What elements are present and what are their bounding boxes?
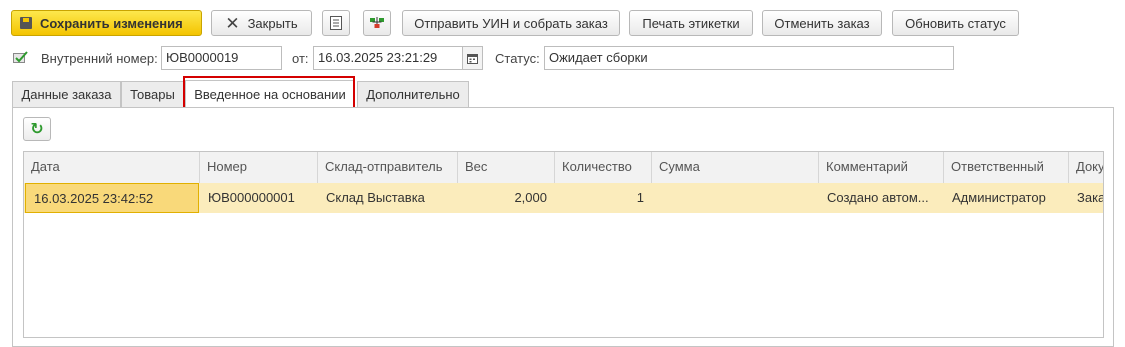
cell-date[interactable]: 16.03.2025 23:42:52 bbox=[25, 183, 199, 213]
calendar-button[interactable] bbox=[463, 46, 483, 70]
cell-number[interactable]: ЮВ000000001 bbox=[200, 183, 318, 213]
update-status-button[interactable]: Обновить статус bbox=[892, 10, 1019, 36]
save-icon bbox=[20, 17, 32, 29]
close-button[interactable]: ✕ Закрыть bbox=[211, 10, 312, 36]
calendar-icon bbox=[467, 53, 478, 64]
tab-highlight-frame bbox=[183, 76, 355, 111]
internal-number-label: Внутренний номер: bbox=[41, 51, 158, 66]
send-uin-button[interactable]: Отправить УИН и собрать заказ bbox=[402, 10, 620, 36]
table-row[interactable]: 16.03.2025 23:42:52 ЮВ000000001 Склад Вы… bbox=[24, 183, 1103, 213]
column-comment[interactable]: Комментарий bbox=[819, 152, 944, 183]
table-header: Дата Номер Склад-отправитель Вес Количес… bbox=[24, 152, 1103, 184]
structure-button[interactable] bbox=[363, 10, 391, 36]
cell-sum[interactable] bbox=[652, 183, 819, 213]
status-label: Статус: bbox=[495, 51, 540, 66]
print-label-label: Печать этикетки bbox=[642, 15, 740, 31]
posted-check-icon bbox=[13, 51, 28, 63]
cell-warehouse[interactable]: Склад Выставка bbox=[318, 183, 458, 213]
cell-comment[interactable]: Создано автом... bbox=[819, 183, 944, 213]
save-changes-button[interactable]: Сохранить изменения bbox=[11, 10, 202, 36]
column-weight[interactable]: Вес bbox=[458, 152, 555, 183]
column-date[interactable]: Дата bbox=[24, 152, 200, 183]
cell-document[interactable]: Зака bbox=[1069, 183, 1103, 213]
cell-responsible[interactable]: Администратор bbox=[944, 183, 1069, 213]
document-icon bbox=[330, 16, 342, 30]
column-sum[interactable]: Сумма bbox=[652, 152, 819, 183]
close-label: Закрыть bbox=[247, 15, 298, 31]
structure-icon bbox=[370, 17, 384, 28]
column-quantity[interactable]: Количество bbox=[555, 152, 652, 183]
based-on-documents-table[interactable]: Дата Номер Склад-отправитель Вес Количес… bbox=[23, 151, 1104, 338]
refresh-icon: ↻ bbox=[30, 121, 44, 138]
date-field[interactable]: 16.03.2025 23:21:29 bbox=[313, 46, 463, 70]
tab-goods-label: Товары bbox=[130, 87, 175, 102]
refresh-button[interactable]: ↻ bbox=[23, 117, 51, 141]
print-label-button[interactable]: Печать этикетки bbox=[629, 10, 753, 36]
update-status-label: Обновить статус bbox=[905, 15, 1006, 31]
send-uin-label: Отправить УИН и собрать заказ bbox=[414, 15, 608, 31]
date-label: от: bbox=[292, 51, 309, 66]
cell-quantity[interactable]: 1 bbox=[555, 183, 652, 213]
document-button[interactable] bbox=[322, 10, 350, 36]
cell-weight[interactable]: 2,000 bbox=[458, 183, 555, 213]
column-responsible[interactable]: Ответственный bbox=[944, 152, 1069, 183]
tab-goods[interactable]: Товары bbox=[121, 81, 184, 107]
close-icon: ✕ bbox=[225, 13, 240, 33]
cancel-order-label: Отменить заказ bbox=[774, 15, 870, 31]
column-warehouse[interactable]: Склад-отправитель bbox=[318, 152, 458, 183]
internal-number-field[interactable]: ЮВ0000019 bbox=[161, 46, 282, 70]
status-field[interactable]: Ожидает сборки bbox=[544, 46, 954, 70]
save-changes-label: Сохранить изменения bbox=[40, 15, 183, 31]
tab-order-data-label: Данные заказа bbox=[21, 87, 112, 102]
tab-order-data[interactable]: Данные заказа bbox=[12, 81, 121, 107]
tab-additional[interactable]: Дополнительно bbox=[357, 81, 469, 107]
column-number[interactable]: Номер bbox=[200, 152, 318, 183]
column-document[interactable]: Доку bbox=[1069, 152, 1103, 183]
cancel-order-button[interactable]: Отменить заказ bbox=[762, 10, 882, 36]
tab-additional-label: Дополнительно bbox=[366, 87, 460, 102]
